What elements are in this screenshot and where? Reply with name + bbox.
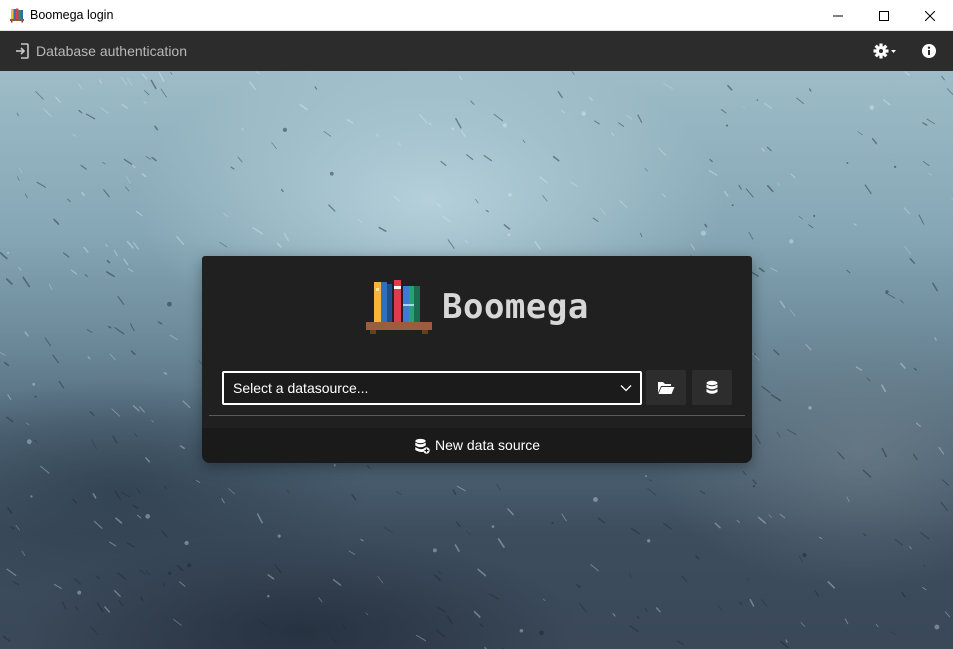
minimize-button[interactable] (815, 0, 861, 31)
database-icon (706, 380, 718, 394)
chevron-down-icon (620, 385, 632, 392)
maximize-icon (879, 10, 889, 21)
folder-open-icon (658, 381, 675, 394)
app-header: Database authentication (0, 31, 953, 71)
bookshelf-icon (366, 280, 432, 334)
database-button[interactable] (692, 370, 732, 405)
info-button[interactable] (921, 43, 937, 59)
bookshelf-icon (10, 8, 24, 23)
app-name: Boomega (442, 287, 589, 327)
database-add-icon (415, 438, 430, 454)
close-icon (925, 10, 935, 21)
info-icon (922, 44, 936, 58)
login-icon (16, 43, 29, 59)
gear-icon (873, 43, 896, 59)
new-datasource-label: New data source (435, 437, 541, 453)
datasource-select[interactable]: Select a datasource... (222, 371, 642, 405)
new-datasource-button[interactable]: New data source (202, 428, 752, 463)
window-title: Boomega login (30, 8, 114, 22)
settings-button[interactable] (870, 41, 900, 61)
close-button[interactable] (907, 0, 953, 31)
login-card: Boomega Select a datasource... New data … (202, 256, 752, 463)
page-title: Database authentication (36, 43, 187, 59)
datasource-select-placeholder: Select a datasource... (233, 380, 369, 396)
open-datasource-button[interactable] (646, 370, 686, 405)
window-titlebar: Boomega login (0, 0, 953, 31)
maximize-button[interactable] (861, 0, 907, 31)
card-divider (209, 415, 745, 416)
minimize-icon (833, 15, 843, 16)
